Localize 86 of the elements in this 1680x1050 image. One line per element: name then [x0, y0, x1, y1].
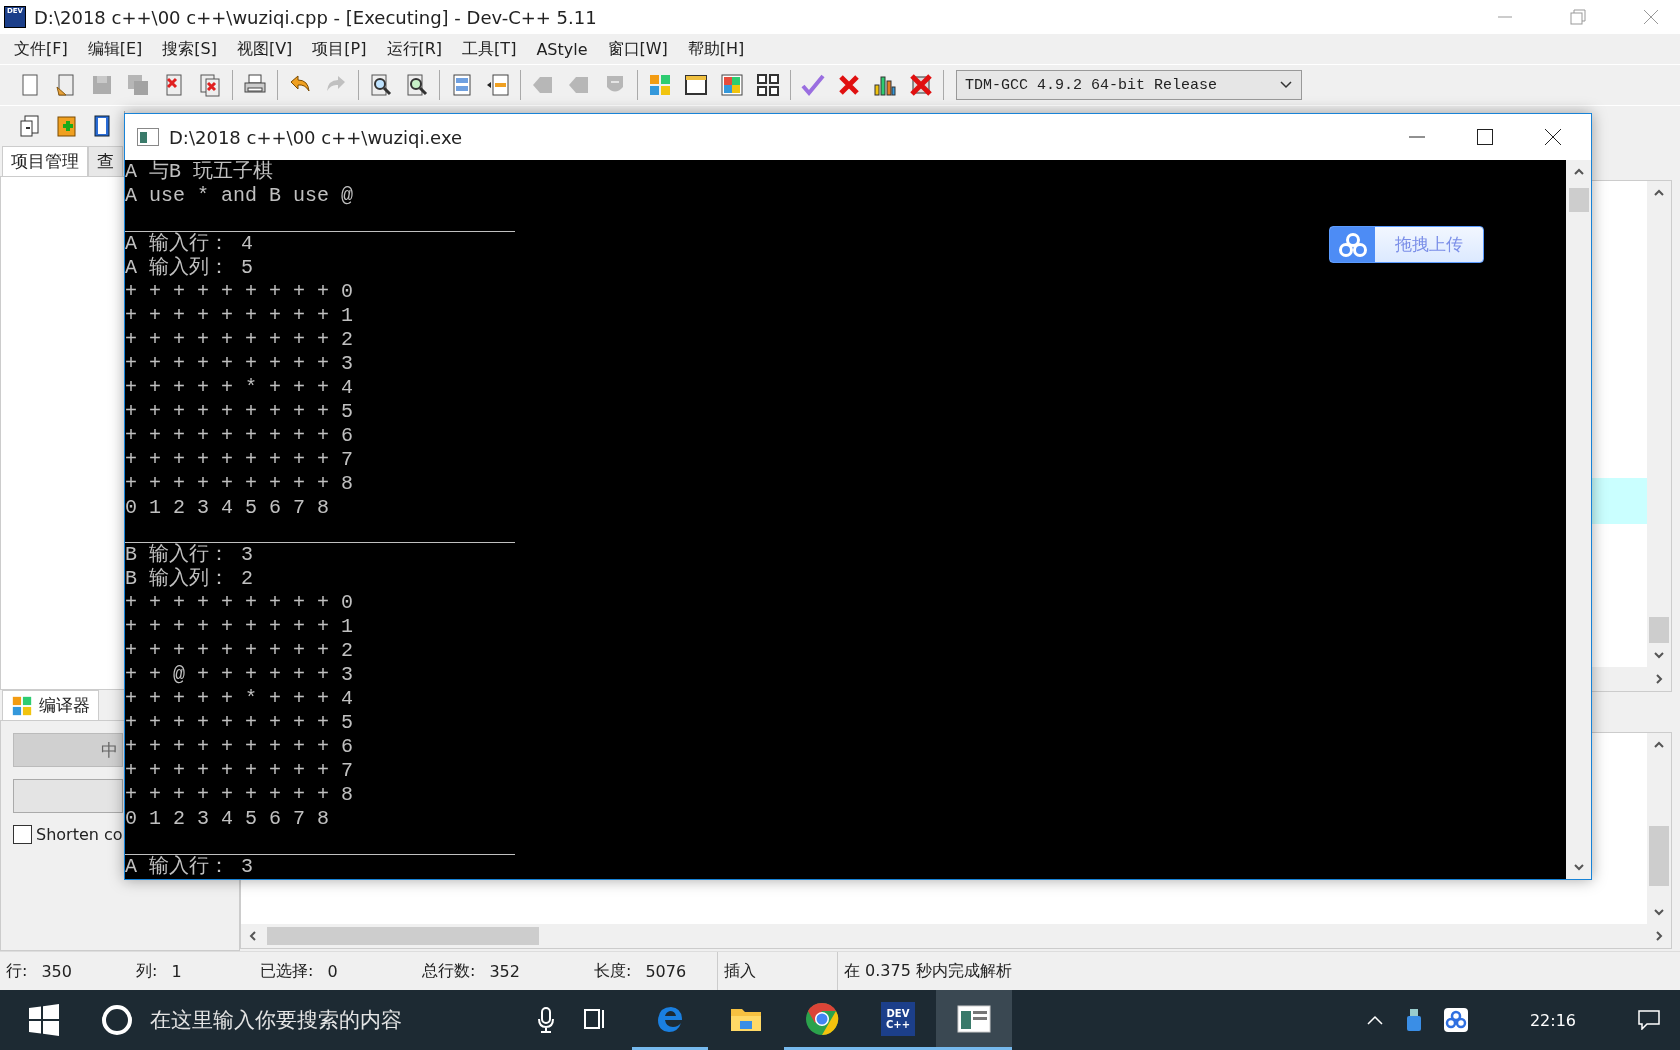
maximize-icon[interactable]: [1475, 127, 1495, 147]
scroll-left-icon[interactable]: [247, 930, 259, 942]
console-window-icon: [137, 128, 159, 146]
caret-icon: [1279, 80, 1293, 90]
console-line: + + + + + + + + + 1: [125, 303, 354, 327]
menu-item[interactable]: 文件[F]: [4, 36, 78, 62]
four-panes-icon: [27, 1003, 61, 1037]
close-icon[interactable]: [1543, 127, 1563, 147]
status-value: 0: [327, 961, 338, 981]
status-label: 列:: [136, 960, 158, 982]
window-title: D:\2018 c++\00 c++\wuziqi.exe: [169, 126, 464, 148]
console-line: A 输入行： 3: [125, 855, 253, 878]
compile-button[interactable]: 中: [13, 733, 123, 767]
console-line: A 输入列： 5: [125, 255, 253, 279]
microphone-icon[interactable]: [536, 1006, 556, 1034]
circle-icon[interactable]: [100, 1003, 134, 1037]
rings-icon[interactable]: [1444, 1008, 1468, 1032]
grid-icon[interactable]: [754, 71, 782, 99]
menu-item[interactable]: 工具[T]: [452, 36, 527, 62]
console-line: + + @ + + + + + + 3: [125, 663, 354, 687]
menu-item[interactable]: 搜索[S]: [152, 36, 227, 62]
clock[interactable]: 22:16: [1488, 1010, 1618, 1030]
chevron-up-icon[interactable]: [1366, 1014, 1384, 1026]
usb-drive-icon[interactable]: [1404, 1008, 1424, 1032]
search-field[interactable]: 在这里输入你要搜索的内容: [148, 1007, 522, 1033]
panel-tab[interactable]: 编译器: [2, 690, 99, 720]
panel-tab[interactable]: 查: [88, 146, 123, 176]
console-window-icon[interactable]: [936, 990, 1012, 1050]
console-line: A 输入行： 4: [125, 231, 253, 255]
status-label: 长度:: [594, 960, 632, 982]
console-line: + + + + + + + + + 0: [125, 279, 354, 303]
status-value: 5076: [645, 961, 687, 981]
console-line: A use * and B use @: [125, 184, 354, 207]
menu-item[interactable]: 项目[P]: [302, 36, 377, 62]
rings-icon: [1337, 231, 1368, 258]
status-text: 插入: [724, 960, 756, 982]
console-line: + + + + + + + + + 3: [125, 351, 354, 375]
console-line: + + + + + * + + + 4: [125, 375, 354, 399]
console-line: + + + + + + + + + 5: [125, 399, 354, 423]
menu-item[interactable]: 窗口[W]: [597, 36, 678, 62]
status-label: 行:: [6, 960, 28, 982]
scroll-right-icon[interactable]: [1653, 673, 1665, 685]
status-text: 在 0.375 秒内完成解析: [844, 960, 1012, 982]
scroll-thumb[interactable]: [267, 927, 539, 945]
menu-item[interactable]: 帮助[H]: [677, 36, 755, 62]
console-line: B 输入行： 3: [125, 543, 253, 567]
console-line: + + + + + + + + + 8: [125, 783, 354, 807]
console-line: 0 1 2 3 4 5 6 7 8: [125, 495, 330, 519]
console-line: 0 1 2 3 4 5 6 7 8: [125, 807, 330, 831]
notification-icon[interactable]: [1638, 1010, 1660, 1030]
console-line: + + + + + + + + + 8: [125, 471, 354, 495]
scroll-right-icon[interactable]: [1653, 930, 1665, 942]
console-line: + + + + + * + + + 4: [125, 687, 354, 711]
console-line: + + + + + + + + + 7: [125, 447, 354, 471]
scroll-thumb[interactable]: [1649, 826, 1669, 886]
console-line: + + + + + + + + + 2: [125, 327, 354, 351]
scroll-down-icon[interactable]: [1653, 906, 1665, 918]
console-line: + + + + + + + + + 7: [125, 759, 354, 783]
console-line: + + + + + + + + + 6: [125, 735, 354, 759]
checkbox-label: Shorten co: [36, 825, 123, 844]
scroll-thumb[interactable]: [1649, 617, 1669, 643]
checkbox[interactable]: [13, 825, 32, 844]
console-line: + + + + + + + + + 5: [125, 711, 354, 735]
console-line: + + + + + + + + + 2: [125, 639, 354, 663]
scroll-down-icon[interactable]: [1653, 649, 1665, 661]
console-line: A 与B 玩五子棋: [125, 160, 273, 183]
tiles-icon[interactable]: [718, 71, 746, 99]
window-title: D:\2018 c++\00 c++\wuziqi.cpp - [Executing] - Dev-C++ 5.11: [34, 6, 598, 28]
status-label: 总行数:: [422, 960, 476, 982]
status-label: 已选择:: [260, 960, 314, 982]
scroll-down-icon[interactable]: [1572, 861, 1585, 873]
menu-item[interactable]: AStyle: [526, 37, 598, 61]
console-line: B 输入列： 2: [125, 567, 253, 591]
compiler-dropdown[interactable]: TDM-GCC 4.9.2 64-bit Release: [956, 70, 1302, 100]
console-line: + + + + + + + + + 0: [125, 591, 354, 615]
status-value: 350: [41, 961, 72, 981]
status-value: 352: [489, 961, 520, 981]
menu-item[interactable]: 编辑[E]: [77, 36, 153, 62]
colored-grid-icon: [11, 694, 33, 717]
panel-tab[interactable]: 项目管理: [2, 146, 88, 176]
scroll-thumb[interactable]: [1568, 188, 1589, 212]
menu-item[interactable]: 运行[R]: [376, 36, 453, 62]
console-line: + + + + + + + + + 6: [125, 423, 354, 447]
status-value: 1: [171, 961, 182, 981]
console-line: + + + + + + + + + 1: [125, 615, 354, 639]
menu-item[interactable]: 视图[V]: [226, 36, 303, 62]
